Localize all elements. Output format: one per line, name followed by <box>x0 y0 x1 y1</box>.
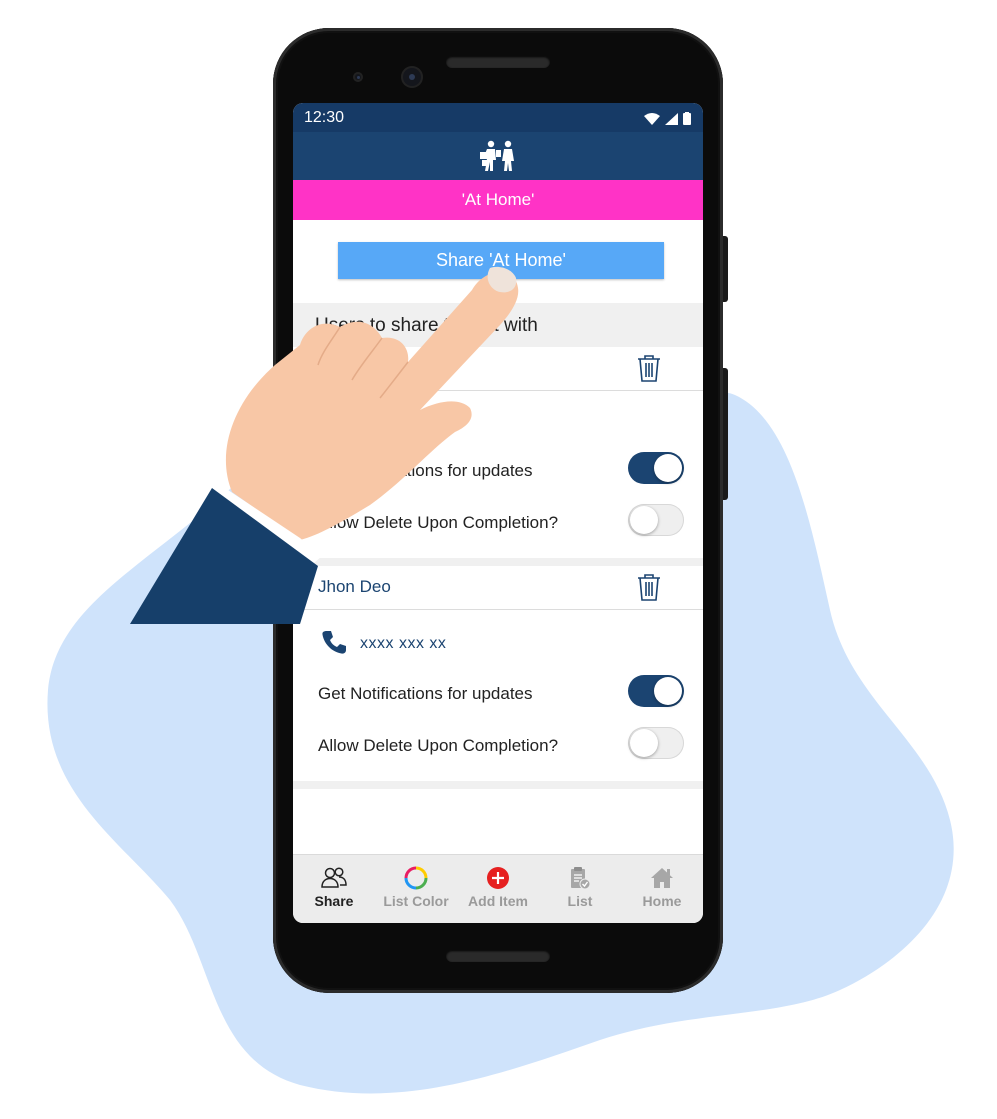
pointing-hand-illustration <box>130 266 519 624</box>
